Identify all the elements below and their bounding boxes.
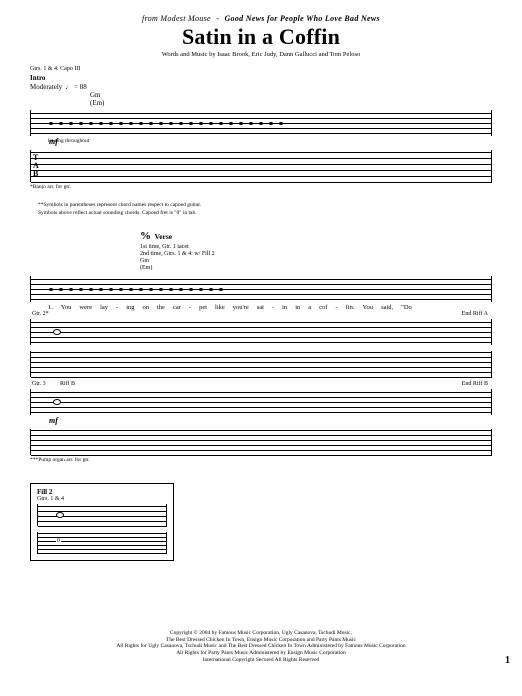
artist-name: Modest Mouse <box>160 14 210 23</box>
intro-staff: mf let ring throughout T A B *Banjo arr.… <box>30 110 492 216</box>
gtr3-label: Gtr. 3 <box>32 381 46 387</box>
tab-label: T A B <box>33 154 39 178</box>
verse-header: % Verse 1st time, Gtr. 1 tacet 2nd time,… <box>140 230 492 272</box>
gtr2-system: Gtr. 2* End Riff A <box>30 319 492 377</box>
verse-chord-main: Gm <box>140 258 492 265</box>
gtr2-staff <box>30 319 492 345</box>
copyright-line-4: All Rights for Party Pants Music Adminis… <box>30 650 492 657</box>
tempo-marking: ♩ = 88 <box>65 83 86 91</box>
gtr3-dynamic: mf <box>49 416 58 425</box>
vocal-notes <box>49 278 492 300</box>
gtr2-label: Gtr. 2* <box>32 311 49 317</box>
notation-staff: mf <box>30 110 492 136</box>
notes <box>49 112 492 134</box>
pump-organ-footnote: ***Pump organ arr. for gtr. <box>30 457 492 463</box>
symbols-footnote-b: Symbols above reflect actual sounding ch… <box>38 210 492 216</box>
header: from Modest Mouse - Good News for People… <box>30 14 492 58</box>
sheet-music-page: from Modest Mouse - Good News for People… <box>0 0 522 672</box>
verse-label: Verse <box>155 232 173 241</box>
riff-b-label: Riff B <box>60 381 75 387</box>
verse-instruction-2: 2nd time, Gtrs. 1 & 4: w/ Fill 2 <box>140 251 492 258</box>
fill2-gtr-label: Gtrs. 1 & 4 <box>37 496 167 502</box>
dynamic-mf: mf <box>49 137 58 146</box>
segno-icon: % <box>140 230 151 242</box>
intro-section: Gtrs. 1 & 4: Capo III Intro Moderately ♩… <box>30 66 492 216</box>
tab-zero: 0 <box>56 538 61 544</box>
gtr3-staff: mf <box>30 389 492 415</box>
dash: - <box>216 14 219 23</box>
verse-instruction-1: 1st time, Gtr. 1 tacet <box>140 244 492 251</box>
gtr3-tab <box>30 429 492 455</box>
song-title: Satin in a Coffin <box>30 24 492 50</box>
gtr3-system: Gtr. 3 Riff B End Riff B mf <box>30 389 492 463</box>
album-name: Good News for People Who Love Bad News <box>224 14 379 23</box>
copyright-line-5: International Copyright Secured All Righ… <box>30 657 492 664</box>
tab-b: B <box>33 170 39 178</box>
copyright-line-1: Copyright © 2004 by Famous Music Corpora… <box>30 630 492 637</box>
chord-paren: (Em) <box>90 100 492 108</box>
symbols-footnote-a: **Symbols in parentheses represent chord… <box>38 202 492 208</box>
capo-note: Gtrs. 1 & 4: Capo III <box>30 66 492 72</box>
lyrics: 1. You were lay-ing on the car-pet like … <box>48 304 492 311</box>
from-prefix: from <box>142 14 158 23</box>
verse-section: % Verse 1st time, Gtr. 1 tacet 2nd time,… <box>30 230 492 561</box>
album-line: from Modest Mouse - Good News for People… <box>30 14 492 23</box>
lyric-num: 1. <box>48 304 53 311</box>
chord-main: Gm <box>90 91 101 99</box>
verse-chord-paren: (Em) <box>140 265 492 272</box>
copyright-footer: Copyright © 2004 by Famous Music Corpora… <box>30 630 492 664</box>
credits: Words and Music by Isaac Brook, Eric Jud… <box>30 51 492 58</box>
fill2-label: Fill 2 <box>37 488 167 496</box>
tempo-row: Moderately ♩ = 88 <box>30 83 492 91</box>
riff-b-end: End Riff B <box>462 381 488 387</box>
intro-chords: Gm (Em) <box>90 92 492 107</box>
page-number: 1 <box>505 655 510 666</box>
fill2-block: Fill 2 Gtrs. 1 & 4 0 <box>30 483 174 561</box>
fill2-tab: 0 <box>37 532 167 554</box>
fill2-staff <box>37 504 167 526</box>
banjo-footnote: *Banjo arr. for gtr. <box>30 184 492 190</box>
vocal-staff-wrap: 1. You were lay-ing on the car-pet like … <box>30 276 492 311</box>
let-ring-note: let ring throughout <box>48 138 492 144</box>
vocal-staff <box>30 276 492 302</box>
tab-staff: T A B <box>30 150 492 182</box>
gtr2-tab <box>30 351 492 377</box>
riff-a-end: End Riff A <box>462 311 488 317</box>
intro-label: Intro <box>30 74 492 82</box>
tempo-label: Moderately <box>30 83 62 91</box>
